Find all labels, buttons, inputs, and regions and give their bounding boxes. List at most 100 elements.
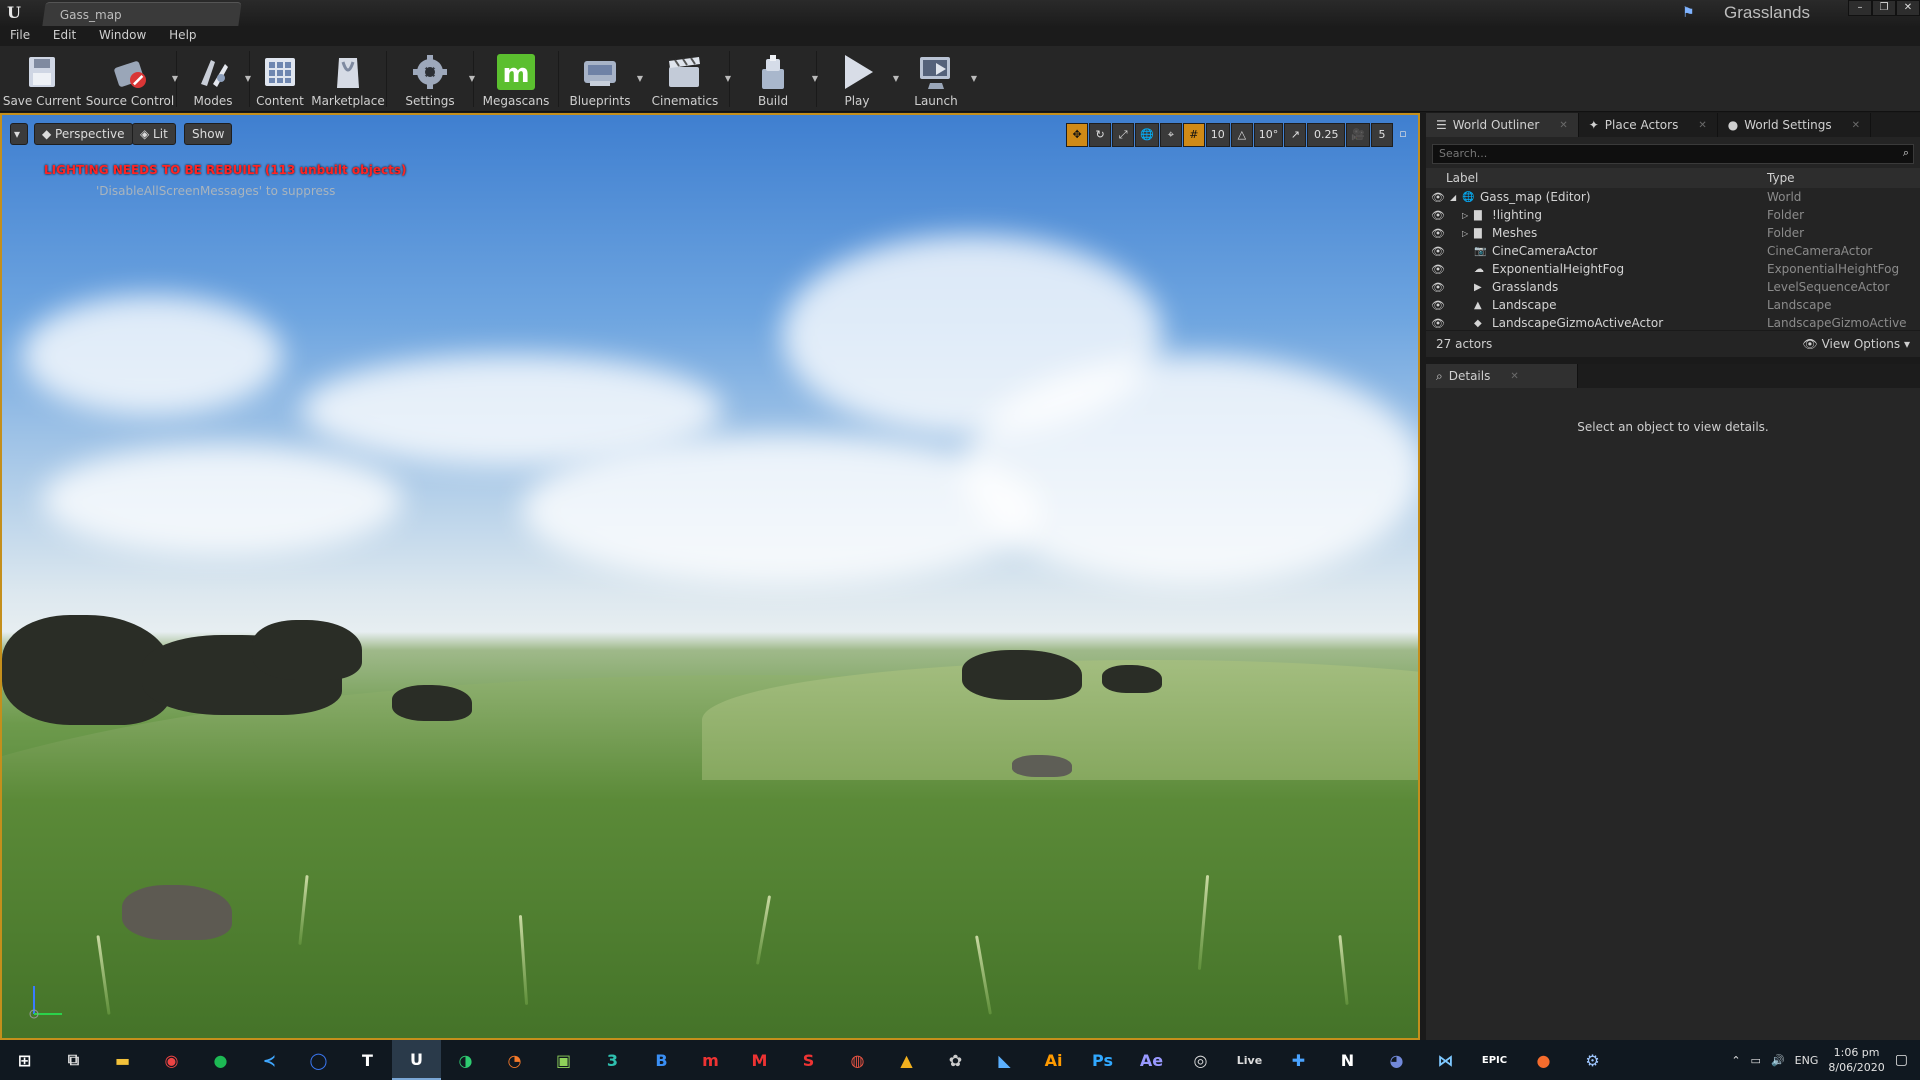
megascans-button[interactable]: m Megascans	[474, 46, 558, 112]
close-icon[interactable]: ✕	[1852, 120, 1860, 131]
column-type[interactable]: Type	[1767, 168, 1795, 188]
expand-arrow-icon[interactable]: ◢	[1450, 193, 1462, 202]
tab-world-outliner[interactable]: ☰ World Outliner ✕	[1426, 113, 1579, 137]
scale-snap-icon[interactable]: ↗	[1284, 123, 1307, 147]
chevron-down-icon[interactable]: ▼	[971, 74, 977, 83]
close-icon[interactable]: ✕	[1559, 120, 1567, 131]
app-blue-icon[interactable]: ◣	[980, 1040, 1029, 1080]
expand-arrow-icon[interactable]: ▷	[1462, 211, 1474, 220]
expand-arrow-icon[interactable]: ▷	[1462, 229, 1474, 238]
rotation-snap-icon[interactable]: △	[1230, 123, 1253, 147]
modes-button[interactable]: Modes ▼	[177, 46, 251, 112]
grid-snap-value[interactable]: 10	[1205, 123, 1230, 147]
camera-speed-icon[interactable]: 🎥	[1346, 123, 1370, 147]
outliner-row[interactable]: 👁 ☁ ExponentialHeightFog ExponentialHeightF…	[1426, 260, 1920, 278]
outliner-row[interactable]: 👁 ▶ Grasslands LevelSequenceActor	[1426, 278, 1920, 296]
rotate-mode-icon[interactable]: ↻	[1089, 123, 1112, 147]
outliner-row[interactable]: 👁 ◢ 🌐 Gass_map (Editor) World	[1426, 188, 1920, 206]
task-view-icon[interactable]: ⧉	[49, 1040, 98, 1080]
tab-details[interactable]: ⌕ Details ✕	[1426, 364, 1578, 388]
maximize-viewport-icon[interactable]: ▫	[1394, 123, 1412, 147]
triangle-icon[interactable]: ▲	[882, 1040, 931, 1080]
close-button[interactable]: ✕	[1896, 0, 1920, 16]
visibility-eye-icon[interactable]: 👁	[1426, 245, 1450, 258]
maps-icon[interactable]: ▣	[539, 1040, 588, 1080]
visibility-eye-icon[interactable]: 👁	[1426, 209, 1450, 222]
chrome-icon[interactable]: ◉	[147, 1040, 196, 1080]
save-current-button[interactable]: Save Current	[0, 46, 84, 112]
visibility-eye-icon[interactable]: 👁	[1426, 263, 1450, 276]
volume-icon[interactable]: 🔊	[1771, 1054, 1785, 1067]
visibility-eye-icon[interactable]: 👁	[1426, 317, 1450, 330]
app-s-icon[interactable]: S	[784, 1040, 833, 1080]
blueprints-button[interactable]: Blueprints ▼	[559, 46, 643, 112]
unreal-icon[interactable]: U	[392, 1040, 441, 1080]
outliner-row[interactable]: 👁 📷 CineCameraActor CineCameraActor	[1426, 242, 1920, 260]
app-dark-icon[interactable]: ✚	[1274, 1040, 1323, 1080]
camera-speed-value[interactable]: 5	[1371, 123, 1393, 147]
app-m-icon[interactable]: m	[686, 1040, 735, 1080]
outliner-row[interactable]: 👁 ▲ Landscape Landscape	[1426, 296, 1920, 314]
menu-file[interactable]: File	[0, 26, 39, 42]
scale-snap-value[interactable]: 0.25	[1307, 123, 1346, 147]
spotify-icon[interactable]: ●	[196, 1040, 245, 1080]
after-effects-icon[interactable]: Ae	[1127, 1040, 1176, 1080]
show-button[interactable]: Show	[184, 123, 233, 145]
outliner-row[interactable]: 👁 ◆ LandscapeGizmoActiveActor LandscapeGizm…	[1426, 314, 1920, 330]
obs-icon[interactable]: ◎	[1176, 1040, 1225, 1080]
column-label[interactable]: Label	[1426, 168, 1767, 188]
source-control-button[interactable]: Source Control ▼	[84, 46, 178, 112]
lit-button[interactable]: ◈ Lit	[132, 123, 176, 145]
visual-studio-icon[interactable]: ⋈	[1421, 1040, 1470, 1080]
app-b-icon[interactable]: B	[637, 1040, 686, 1080]
view-options-button[interactable]: 👁 View Options ▾	[1803, 337, 1911, 351]
cinematics-button[interactable]: Cinematics ▼	[641, 46, 731, 112]
menu-window[interactable]: Window	[89, 26, 155, 42]
tab-world-settings[interactable]: ● World Settings ✕	[1718, 113, 1872, 137]
settings-button[interactable]: Settings ▼	[387, 46, 475, 112]
visibility-eye-icon[interactable]: 👁	[1426, 227, 1450, 240]
blender-icon[interactable]: ◔	[490, 1040, 539, 1080]
menu-help[interactable]: Help	[159, 26, 205, 42]
language-indicator[interactable]: ENG	[1795, 1054, 1819, 1067]
minimize-button[interactable]: –	[1848, 0, 1872, 16]
visibility-eye-icon[interactable]: 👁	[1426, 281, 1450, 294]
signal-icon[interactable]: ◯	[294, 1040, 343, 1080]
outliner-search-input[interactable]: Search... ⌕	[1432, 144, 1914, 164]
app-green-icon[interactable]: ◑	[441, 1040, 490, 1080]
toggl-icon[interactable]: ◍	[833, 1040, 882, 1080]
notion-icon[interactable]: N	[1323, 1040, 1372, 1080]
network-icon[interactable]: ▭	[1751, 1054, 1761, 1067]
grid-snap-icon[interactable]: #	[1182, 123, 1205, 147]
world-space-icon[interactable]: 🌐	[1135, 123, 1159, 147]
marketplace-button[interactable]: Marketplace	[310, 46, 386, 112]
app-3-icon[interactable]: 3	[588, 1040, 637, 1080]
scale-mode-icon[interactable]: ⤢	[1112, 123, 1135, 147]
outliner-row[interactable]: 👁 ▷ ▇ !lighting Folder	[1426, 206, 1920, 224]
visibility-eye-icon[interactable]: 👁	[1426, 191, 1450, 204]
level-viewport[interactable]: ▾ ◆ Perspective ◈ Lit Show ✥ ↻ ⤢ 🌐 ⌖ # 1…	[0, 113, 1420, 1040]
perspective-button[interactable]: ◆ Perspective	[34, 123, 133, 145]
vscode-icon[interactable]: ≺	[245, 1040, 294, 1080]
discord-icon[interactable]: ◕	[1372, 1040, 1421, 1080]
steam-icon[interactable]: ⚙	[1568, 1040, 1617, 1080]
file-explorer-icon[interactable]: ▬	[98, 1040, 147, 1080]
visibility-eye-icon[interactable]: 👁	[1426, 299, 1450, 312]
origin-icon[interactable]: ●	[1519, 1040, 1568, 1080]
rotation-snap-value[interactable]: 10°	[1253, 123, 1284, 147]
illustrator-icon[interactable]: Ai	[1029, 1040, 1078, 1080]
app-m2-icon[interactable]: M	[735, 1040, 784, 1080]
notifications-icon[interactable]: ▢	[1895, 1052, 1908, 1068]
document-tab[interactable]: Gass_map	[42, 2, 242, 26]
launch-button[interactable]: Launch ▼	[897, 46, 977, 112]
epic-icon[interactable]: EPIC	[1470, 1040, 1519, 1080]
outliner-row[interactable]: 👁 ▷ ▇ Meshes Folder	[1426, 224, 1920, 242]
chevron-up-icon[interactable]: ⌃	[1731, 1054, 1740, 1067]
clock[interactable]: 1:06 pm 8/06/2020	[1828, 1045, 1884, 1075]
content-button[interactable]: Content	[250, 46, 310, 112]
surface-snap-icon[interactable]: ⌖	[1159, 123, 1182, 147]
davinci-icon[interactable]: ✿	[931, 1040, 980, 1080]
start-icon[interactable]: ⊞	[0, 1040, 49, 1080]
live-icon[interactable]: Live	[1225, 1040, 1274, 1080]
translate-mode-icon[interactable]: ✥	[1066, 123, 1089, 147]
